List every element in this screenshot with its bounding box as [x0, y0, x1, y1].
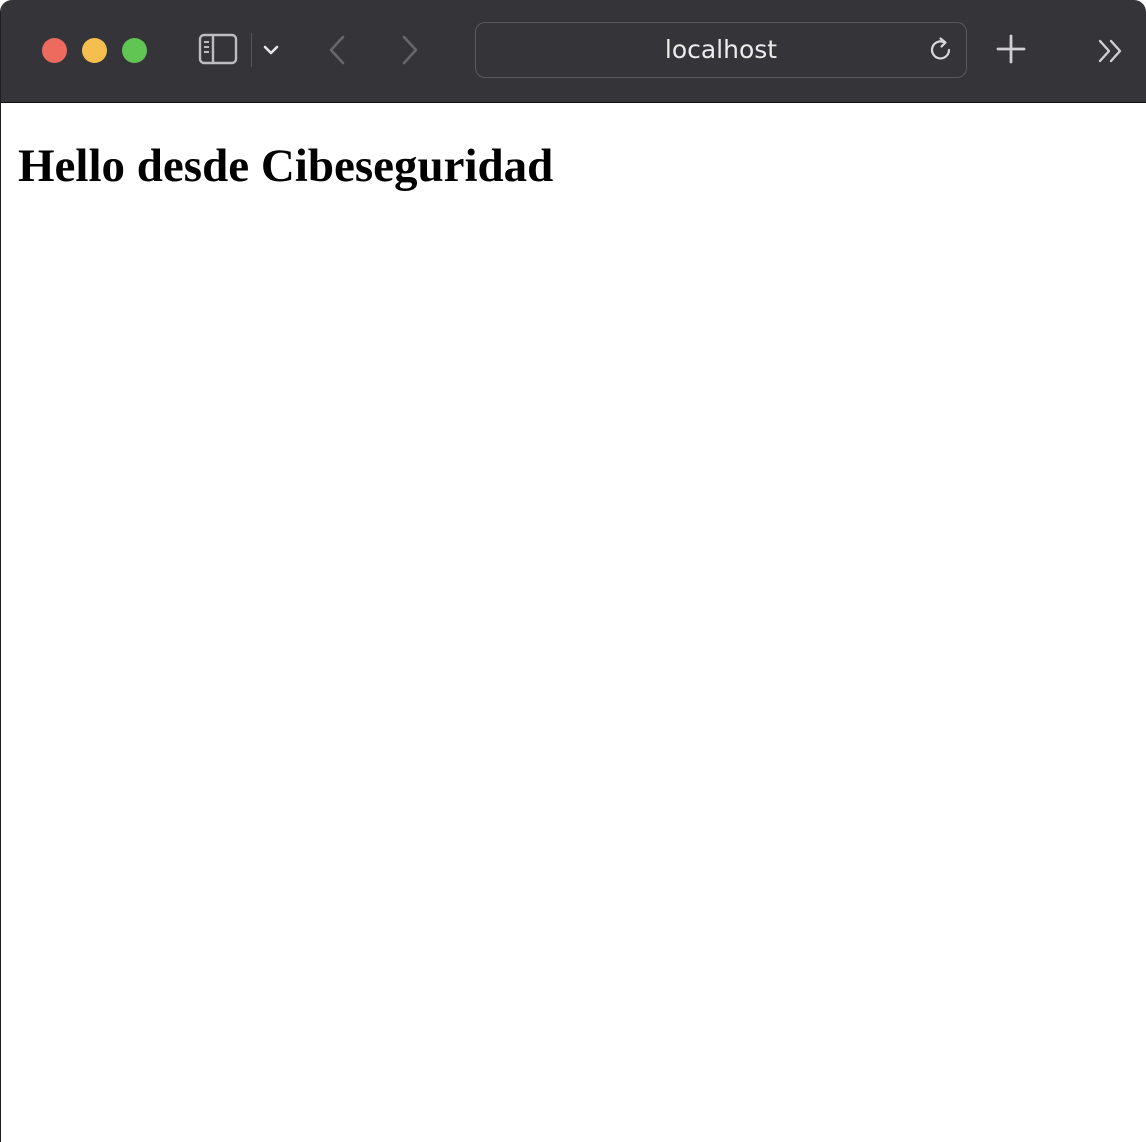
- chevron-right-icon[interactable]: [394, 32, 424, 68]
- sidebar-icon[interactable]: [197, 32, 239, 66]
- maximize-window-button[interactable]: [122, 38, 147, 63]
- toolbar-divider: [251, 33, 252, 67]
- url-text: localhost: [664, 35, 778, 64]
- chevron-left-icon[interactable]: [323, 32, 353, 68]
- double-chevron-right-icon[interactable]: [1096, 37, 1126, 65]
- address-bar[interactable]: localhost: [475, 22, 967, 78]
- plus-icon[interactable]: [995, 33, 1027, 65]
- reload-icon[interactable]: [927, 36, 955, 64]
- page-heading: Hello desde Cibeseguridad: [18, 140, 554, 192]
- close-window-button[interactable]: [42, 38, 67, 63]
- chevron-down-icon[interactable]: [261, 40, 281, 60]
- page-content: Hello desde Cibeseguridad: [1, 103, 1146, 1142]
- minimize-window-button[interactable]: [82, 38, 107, 63]
- browser-toolbar: localhost: [1, 0, 1146, 103]
- browser-window: localhost Hello desde Cibeseguridad: [0, 0, 1146, 1142]
